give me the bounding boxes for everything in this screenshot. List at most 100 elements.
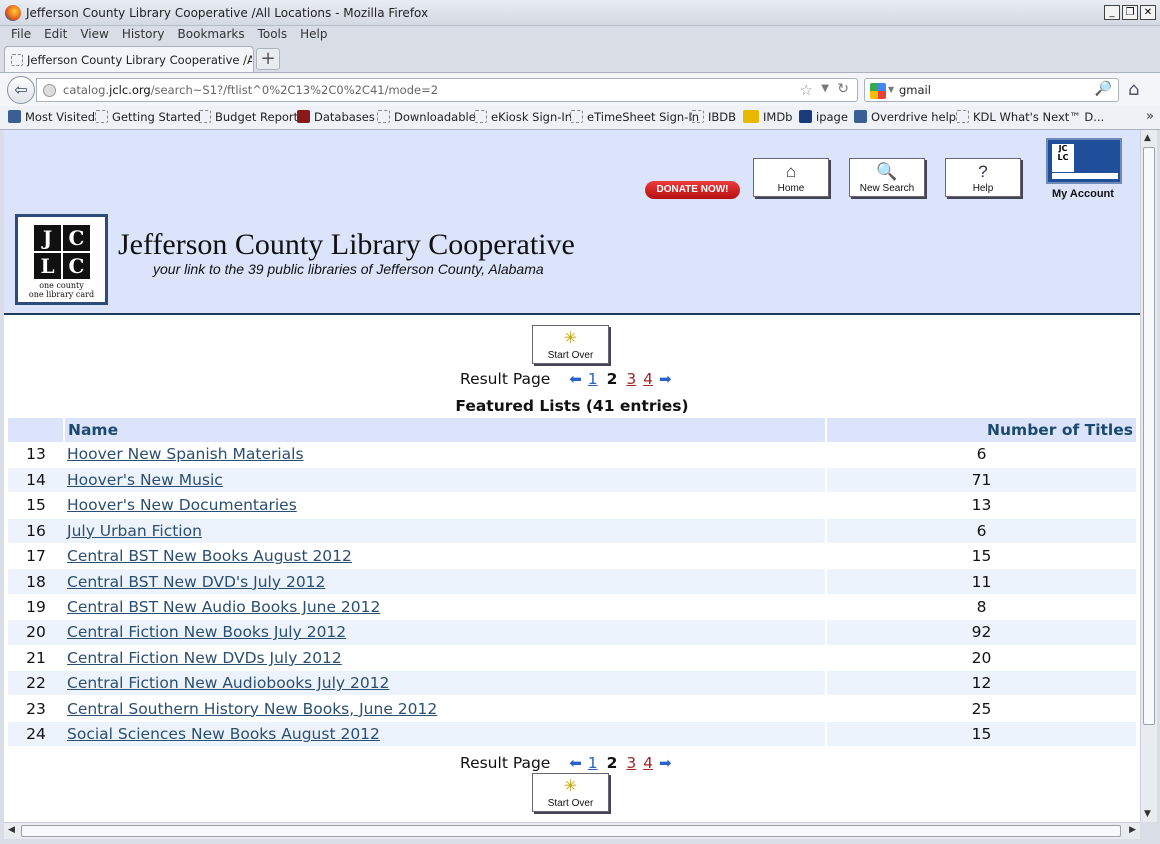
menu-history[interactable]: History (117, 26, 173, 44)
menu-file[interactable]: File (6, 26, 39, 44)
start-over-button-bottom[interactable]: ✳ Start Over (532, 773, 609, 812)
search-bar[interactable]: ▼ 🔎 (864, 78, 1119, 102)
google-engine-icon[interactable] (870, 83, 886, 99)
minimize-icon[interactable]: _ (1104, 5, 1120, 20)
list-title: Featured Lists (41 entries) (455, 397, 689, 415)
list-name-link[interactable]: Hoover's New Documentaries (67, 496, 297, 514)
bookmark-overdrive[interactable]: Overdrive help (854, 110, 956, 124)
list-name-link[interactable]: Central Fiction New Audiobooks July 2012 (67, 674, 389, 692)
bookmark-databases[interactable]: Databases (297, 110, 375, 124)
result-page-nav-bottom: Result Page ⬅ 1 2 3 4 ➡ (460, 754, 672, 772)
list-name-link[interactable]: Central BST New Audio Books June 2012 (67, 598, 380, 616)
row-name-cell: Central BST New DVD's July 2012 (64, 568, 827, 595)
bookmark-ekiosk[interactable]: eKiosk Sign-In (474, 110, 572, 124)
bookmark-kdl[interactable]: KDL What's Next™ D... (956, 110, 1104, 124)
menu-help[interactable]: Help (295, 26, 335, 44)
list-name-link[interactable]: Central Fiction New DVDs July 2012 (67, 649, 342, 667)
vertical-scrollbar[interactable]: ▲ ▼ (1140, 130, 1157, 822)
page-link-1[interactable]: 1 (588, 370, 598, 388)
bookmarks-toolbar: Most Visited Getting Started Budget Repo… (0, 106, 1160, 130)
bookmark-imdb[interactable]: IMDb (743, 110, 792, 124)
prev-page-icon[interactable]: ⬅ (569, 754, 582, 772)
donate-button[interactable]: DONATE NOW! (645, 181, 740, 199)
row-name-cell: Central BST New Books August 2012 (64, 543, 827, 570)
search-icon[interactable]: 🔎 (1095, 81, 1112, 97)
url-bar[interactable]: catalog.jclc.org/search~S1?/ftlist^0%2C1… (36, 78, 858, 102)
scroll-down-icon[interactable]: ▼ (1144, 809, 1151, 819)
horizontal-scrollbar[interactable]: ◀ ▶ (4, 822, 1140, 839)
close-icon[interactable]: ✕ (1140, 5, 1156, 20)
list-name-link[interactable]: Hoover's New Music (67, 471, 223, 489)
page-link-3[interactable]: 3 (626, 370, 636, 388)
prev-page-icon[interactable]: ⬅ (569, 370, 582, 388)
site-identity-icon[interactable] (43, 84, 56, 97)
magnifier-icon: 🔍 (876, 162, 898, 181)
start-over-button-top[interactable]: ✳ Start Over (532, 325, 609, 364)
engine-dropdown-icon[interactable]: ▼ (888, 85, 894, 94)
list-name-link[interactable]: Central Fiction New Books July 2012 (67, 623, 346, 641)
new-search-button[interactable]: 🔍 New Search (849, 158, 925, 197)
table-row: 22 Central Fiction New Audiobooks July 20… (8, 670, 1136, 697)
table-row: 13 Hoover New Spanish Materials 6 (8, 442, 1136, 468)
home-icon[interactable]: ⌂ (1128, 79, 1139, 100)
row-name-cell: Social Sciences New Books August 2012 (64, 721, 827, 748)
bookmark-budget-report[interactable]: Budget Report (198, 110, 298, 124)
info-icon (799, 110, 812, 123)
my-account-card-icon[interactable]: JC LC (1046, 138, 1122, 184)
row-name-cell: Hoover's New Music (64, 467, 827, 494)
reload-icon[interactable]: ↻ (837, 81, 849, 97)
list-name-link[interactable]: Central BST New DVD's July 2012 (67, 573, 325, 591)
url-dropdown-icon[interactable]: ▼ (821, 83, 829, 94)
bookmark-most-visited[interactable]: Most Visited (8, 110, 95, 124)
bookmark-star-icon[interactable]: ☆ (800, 81, 813, 99)
menu-view[interactable]: View (75, 26, 116, 44)
bookmark-page-icon (691, 110, 704, 123)
list-name-link[interactable]: July Urban Fiction (67, 522, 202, 540)
back-button[interactable]: ⇦ (7, 76, 35, 104)
table-row: 23 Central Southern History New Books, Ju… (8, 695, 1136, 722)
my-account-link[interactable]: My Account (1052, 188, 1114, 200)
bookmark-downloadable[interactable]: Downloadable (377, 110, 476, 124)
page-link-3[interactable]: 3 (626, 754, 636, 772)
site-header: J C L C one county one library card Jeffe… (4, 130, 1140, 315)
jclc-logo[interactable]: J C L C one county one library card (15, 214, 108, 305)
list-name-link[interactable]: Central Southern History New Books, June… (67, 700, 437, 718)
scroll-right-icon[interactable]: ▶ (1129, 825, 1136, 835)
search-input[interactable] (899, 82, 1084, 98)
list-name-link[interactable]: Central BST New Books August 2012 (67, 547, 352, 565)
restore-icon[interactable]: ❐ (1122, 5, 1138, 20)
row-index: 14 (8, 467, 64, 494)
vertical-scroll-thumb[interactable] (1143, 147, 1155, 725)
bookmark-getting-started[interactable]: Getting Started (95, 110, 201, 124)
tab-active[interactable]: Jefferson County Library Cooperative /Al… (4, 46, 254, 72)
next-page-icon[interactable]: ➡ (659, 754, 672, 772)
bookmark-etimesheet[interactable]: eTimeSheet Sign-In (570, 110, 699, 124)
menu-bookmarks[interactable]: Bookmarks (173, 26, 253, 44)
bookmark-ipage[interactable]: ipage (799, 110, 848, 124)
window-title: Jefferson County Library Cooperative /Al… (26, 6, 429, 20)
page-link-1[interactable]: 1 (588, 754, 598, 772)
row-name-cell: Central Southern History New Books, June… (64, 695, 827, 722)
home-button[interactable]: ⌂ Home (753, 158, 829, 197)
scroll-left-icon[interactable]: ◀ (8, 825, 15, 835)
list-name-link[interactable]: Social Sciences New Books August 2012 (67, 725, 380, 743)
row-name-cell: Central Fiction New DVDs July 2012 (64, 645, 827, 672)
page-link-4[interactable]: 4 (643, 370, 653, 388)
row-index: 16 (8, 518, 64, 545)
sparkle-icon: ✳ (563, 330, 578, 347)
menu-edit[interactable]: Edit (39, 26, 75, 44)
next-page-icon[interactable]: ➡ (659, 370, 672, 388)
horizontal-scroll-thumb[interactable] (21, 825, 1121, 837)
menu-tools[interactable]: Tools (253, 26, 296, 44)
site-tagline: your link to the 39 public libraries of … (153, 261, 544, 277)
help-button[interactable]: ? Help (945, 158, 1021, 197)
page-link-4[interactable]: 4 (643, 754, 653, 772)
scroll-up-icon[interactable]: ▲ (1144, 133, 1151, 143)
row-title-count: 13 (826, 492, 1136, 519)
bookmark-ibdb[interactable]: IBDB (691, 110, 736, 124)
row-index: 23 (8, 695, 64, 722)
bookmarks-overflow-icon[interactable]: » (1146, 109, 1154, 124)
list-name-link[interactable]: Hoover New Spanish Materials (67, 445, 304, 463)
new-tab-button[interactable]: + (256, 48, 280, 70)
url-text[interactable]: catalog.jclc.org/search~S1?/ftlist^0%2C1… (63, 83, 438, 97)
